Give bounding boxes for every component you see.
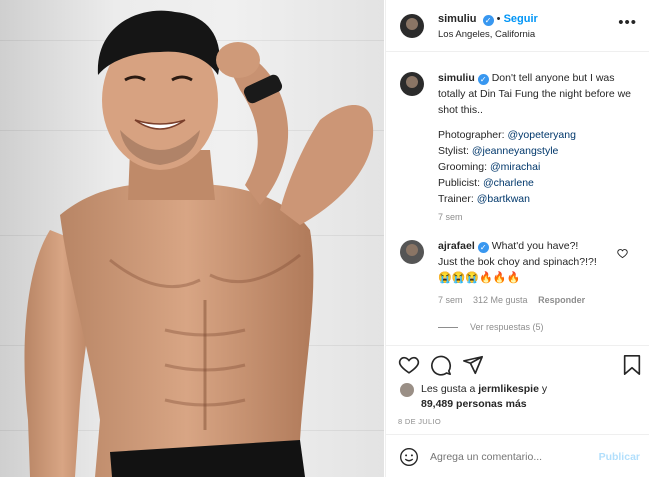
comment-likes[interactable]: 312 Me gusta — [473, 295, 528, 305]
caption-time[interactable]: 7 sem — [438, 212, 463, 222]
commenter-username[interactable]: ajrafael — [438, 240, 475, 252]
save-bookmark-icon[interactable] — [621, 354, 643, 376]
like-heart-icon[interactable] — [398, 354, 420, 376]
comments-area: simuliu ✓ Don't tell anyone but I was tot… — [386, 52, 649, 344]
comment-like-heart-icon[interactable] — [617, 248, 628, 259]
likes-summary: Les gusta a jermlikespie y 89,489 person… — [421, 382, 631, 412]
post-sidebar: simuliu ✓ • Seguir Los Angeles, Californ… — [385, 0, 649, 477]
comment-line1: What'd you have?! — [491, 240, 579, 252]
comment-text-block: ajrafael ✓ What'd you have?! Just the bok… — [438, 238, 610, 286]
caption-credits: Photographer: @yopeteryang Stylist: @jea… — [438, 127, 638, 207]
verified-badge-icon: ✓ — [477, 242, 489, 253]
photo-illustration — [24, 10, 374, 477]
credit-handle[interactable]: @bartkwan — [477, 193, 530, 205]
view-replies-button[interactable]: Ver respuestas (5) — [438, 322, 544, 332]
likes-prefix: Les gusta a — [421, 383, 476, 395]
comment-emojis: 😭😭😭🔥🔥🔥 — [438, 272, 521, 284]
comment-meta: 7 sem 312 Me gusta Responder — [438, 295, 585, 305]
caption-username[interactable]: simuliu — [438, 72, 475, 84]
add-comment-input[interactable] — [430, 447, 590, 467]
post-header: simuliu ✓ • Seguir Los Angeles, Californ… — [386, 0, 649, 52]
header-location[interactable]: Los Angeles, California — [438, 29, 535, 40]
post-actions: Les gusta a jermlikespie y 89,489 person… — [386, 345, 649, 433]
verified-badge-icon: ✓ — [477, 74, 489, 85]
view-replies-label: Ver respuestas (5) — [470, 322, 544, 332]
post-date[interactable]: 8 DE JULIO — [398, 417, 441, 426]
header-username[interactable]: simuliu — [438, 13, 477, 25]
comment-line2: Just the bok choy and spinach?!?! — [438, 256, 597, 268]
commenter-avatar[interactable] — [400, 240, 424, 264]
caption-avatar[interactable] — [400, 72, 424, 96]
caption-text-block: simuliu ✓ Don't tell anyone but I was tot… — [438, 70, 638, 118]
emoji-smiley-icon[interactable] — [399, 447, 419, 467]
credit-handle[interactable]: @yopeteryang — [507, 129, 575, 141]
likes-others[interactable]: 89,489 personas más — [421, 398, 527, 410]
more-options-icon[interactable]: ••• — [618, 15, 637, 30]
likes-user[interactable]: jermlikespie — [478, 383, 539, 395]
credit-line: Photographer: @yopeteryang — [438, 129, 576, 141]
dot-separator: • — [496, 13, 504, 25]
avatar[interactable] — [400, 14, 424, 38]
liker-avatar[interactable] — [400, 383, 414, 397]
credit-line: Grooming: @mirachai — [438, 161, 541, 173]
add-comment-bar: Publicar — [386, 434, 649, 477]
likes-connector: y — [541, 383, 548, 395]
comment-bubble-icon[interactable] — [430, 354, 452, 376]
header-user-line: simuliu ✓ • Seguir — [438, 13, 538, 26]
share-send-icon[interactable] — [462, 354, 484, 376]
credit-handle[interactable]: @mirachai — [490, 161, 540, 173]
follow-button[interactable]: Seguir — [504, 13, 538, 25]
publish-button[interactable]: Publicar — [599, 451, 640, 463]
post-photo[interactable] — [0, 0, 384, 477]
replies-divider — [438, 326, 458, 328]
verified-badge-icon: ✓ — [482, 15, 494, 26]
credit-handle[interactable]: @jeanneyangstyle — [472, 145, 559, 157]
comment-time[interactable]: 7 sem — [438, 295, 463, 305]
reply-button[interactable]: Responder — [538, 295, 585, 305]
credit-handle[interactable]: @charlene — [483, 177, 534, 189]
credit-line: Trainer: @bartkwan — [438, 193, 530, 205]
credit-line: Publicist: @charlene — [438, 177, 534, 189]
credit-line: Stylist: @jeanneyangstyle — [438, 145, 559, 157]
